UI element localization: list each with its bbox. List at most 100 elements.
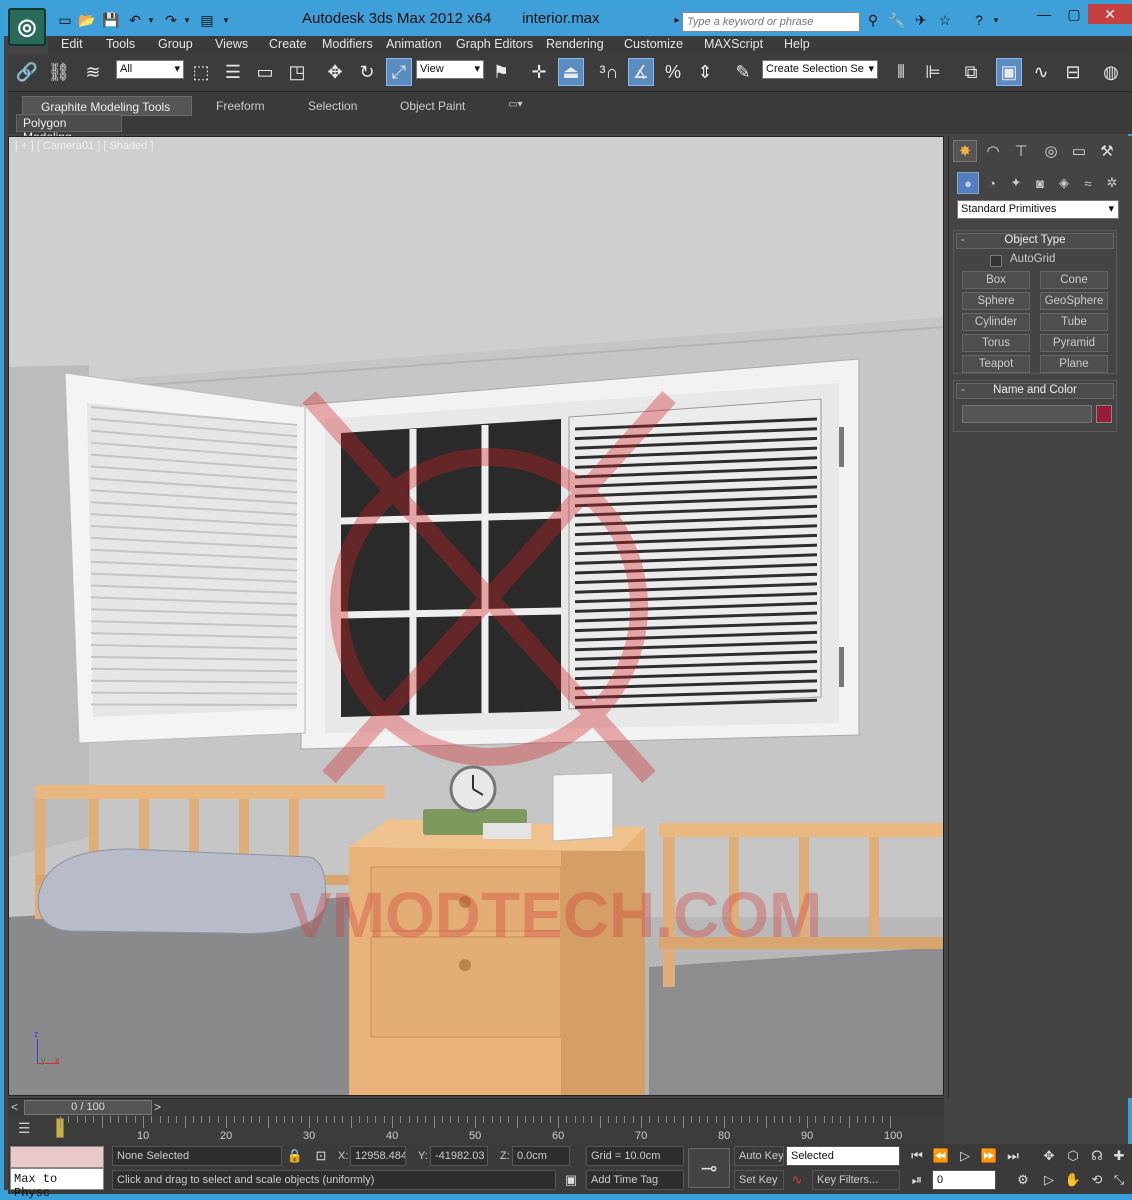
maxscript-mini-listener-pink[interactable] bbox=[10, 1146, 104, 1168]
absolute-relative-mode-icon[interactable]: ⊡ bbox=[310, 1146, 332, 1166]
unlink-selection-icon[interactable]: ⛓ bbox=[46, 58, 72, 86]
rectangular-selection-icon[interactable]: ▭ bbox=[252, 58, 278, 86]
select-and-scale-icon[interactable]: ⤢ bbox=[386, 58, 412, 86]
menu-edit[interactable]: Edit bbox=[61, 37, 83, 51]
sphere-button[interactable]: Sphere bbox=[962, 292, 1030, 310]
object-color-swatch[interactable] bbox=[1096, 405, 1112, 423]
object-name-field[interactable] bbox=[962, 405, 1092, 423]
add-time-tag-button[interactable]: Add Time Tag bbox=[586, 1170, 684, 1190]
window-crossing-icon[interactable]: ◳ bbox=[284, 58, 310, 86]
menu-maxscript[interactable]: MAXScript bbox=[704, 37, 763, 51]
cylinder-button[interactable]: Cylinder bbox=[962, 313, 1030, 331]
utilities-tab-icon[interactable]: ⚒ bbox=[1095, 140, 1119, 162]
open-mini-curve-editor-icon[interactable]: ☰ bbox=[18, 1120, 31, 1137]
help-dropdown-icon[interactable]: ▾ bbox=[990, 11, 1002, 29]
y-coordinate-field[interactable]: -41982.03 bbox=[430, 1146, 488, 1166]
time-slider-next-icon[interactable]: > bbox=[154, 1100, 161, 1114]
close-button[interactable]: ✕ bbox=[1088, 4, 1132, 24]
select-and-link-icon[interactable]: 🔗 bbox=[14, 58, 40, 86]
tab-selection[interactable]: Selection bbox=[308, 96, 357, 116]
bind-to-space-warp-icon[interactable]: ≋ bbox=[80, 58, 106, 86]
pivot-center-icon[interactable]: ⚑ bbox=[488, 58, 514, 86]
z-coordinate-field[interactable]: 0.0cm bbox=[512, 1146, 570, 1166]
quick-access-dropdown-icon[interactable]: ▾ bbox=[220, 11, 232, 29]
trackbar[interactable]: ☰ 10 20 30 40 50 60 70 80 90 100 bbox=[8, 1116, 944, 1144]
redo-dropdown-icon[interactable]: ▾ bbox=[182, 11, 192, 29]
lights-icon[interactable]: ✦ bbox=[1005, 172, 1027, 194]
project-folder-icon[interactable]: ▤ bbox=[198, 11, 216, 29]
new-file-icon[interactable]: ▭ bbox=[56, 11, 74, 29]
menu-create[interactable]: Create bbox=[269, 37, 307, 51]
menu-modifiers[interactable]: Modifiers bbox=[322, 37, 373, 51]
geometry-icon[interactable]: ● bbox=[957, 172, 979, 194]
display-tab-icon[interactable]: ▭ bbox=[1067, 140, 1091, 162]
previous-frame-icon[interactable]: ⏪ bbox=[930, 1146, 952, 1166]
schematic-view-icon[interactable]: ⊟ bbox=[1060, 58, 1086, 86]
select-object-icon[interactable]: ⬚ bbox=[188, 58, 214, 86]
create-tab-icon[interactable]: ✸ bbox=[953, 140, 977, 162]
menu-graph-editors[interactable]: Graph Editors bbox=[456, 37, 533, 51]
name-and-color-header[interactable]: - Name and Color bbox=[956, 383, 1114, 399]
space-warps-icon[interactable]: ≈ bbox=[1077, 172, 1099, 194]
plane-button[interactable]: Plane bbox=[1040, 355, 1108, 373]
set-key-mode-icon[interactable]: ⊸ bbox=[688, 1148, 730, 1188]
reference-coordinate-dropdown[interactable]: View bbox=[416, 60, 484, 79]
mirror-icon[interactable]: ⫴ bbox=[888, 58, 914, 86]
menu-rendering[interactable]: Rendering bbox=[546, 37, 604, 51]
modify-tab-icon[interactable]: ◠ bbox=[981, 140, 1005, 162]
set-key-button[interactable]: Set Key bbox=[734, 1170, 784, 1190]
torus-button[interactable]: Torus bbox=[962, 334, 1030, 352]
time-slider-handle[interactable]: 0 / 100 bbox=[24, 1100, 152, 1115]
auto-key-button[interactable]: Auto Key bbox=[734, 1146, 784, 1166]
menu-animation[interactable]: Animation bbox=[386, 37, 442, 51]
menu-customize[interactable]: Customize bbox=[624, 37, 683, 51]
dolly-icon[interactable]: ▷ bbox=[1038, 1170, 1060, 1190]
hierarchy-tab-icon[interactable]: ⊤ bbox=[1009, 140, 1033, 162]
field-of-view-icon[interactable]: ✚ bbox=[1108, 1146, 1130, 1166]
minimize-button[interactable]: — bbox=[1028, 4, 1060, 24]
select-by-name-icon[interactable]: ☰ bbox=[220, 58, 246, 86]
maxscript-mini-listener-white[interactable]: Max to Physc bbox=[10, 1168, 104, 1200]
maximize-button[interactable]: ▢ bbox=[1058, 4, 1090, 24]
systems-icon[interactable]: ✲ bbox=[1101, 172, 1123, 194]
add-time-tag-icon[interactable]: ▣ bbox=[560, 1170, 582, 1190]
application-menu-button[interactable]: ◎ bbox=[8, 8, 46, 46]
object-type-header[interactable]: - Object Type bbox=[956, 233, 1114, 249]
selection-filter-dropdown[interactable]: All bbox=[116, 60, 184, 79]
pyramid-button[interactable]: Pyramid bbox=[1040, 334, 1108, 352]
select-and-manipulate-icon[interactable]: ✛ bbox=[526, 58, 552, 86]
communication-icon[interactable]: ✈ bbox=[912, 11, 930, 29]
align-icon[interactable]: ⊫ bbox=[920, 58, 946, 86]
cone-button[interactable]: Cone bbox=[1040, 271, 1108, 289]
zoom-icon[interactable]: ✥ bbox=[1038, 1146, 1060, 1166]
material-editor-icon[interactable]: ◍ bbox=[1098, 58, 1124, 86]
named-selection-dropdown[interactable]: Create Selection Se bbox=[762, 60, 878, 79]
edit-named-selection-icon[interactable]: ✎ bbox=[730, 58, 756, 86]
menu-views[interactable]: Views bbox=[215, 37, 248, 51]
tab-freeform[interactable]: Freeform bbox=[216, 96, 265, 116]
polygon-modeling-panel[interactable]: Polygon Modeling bbox=[16, 114, 122, 144]
ribbon-options-icon[interactable]: ▭▾ bbox=[508, 96, 522, 116]
spinner-snap-icon[interactable]: ⇕ bbox=[692, 58, 718, 86]
zoom-extents-icon[interactable]: ⬡ bbox=[1062, 1146, 1084, 1166]
select-and-rotate-icon[interactable]: ↻ bbox=[354, 58, 380, 86]
help-icon[interactable]: ? bbox=[970, 11, 988, 29]
geosphere-button[interactable]: GeoSphere bbox=[1040, 292, 1108, 310]
selection-lock-icon[interactable]: 🔒 bbox=[284, 1146, 306, 1166]
tube-button[interactable]: Tube bbox=[1040, 313, 1108, 331]
motion-tab-icon[interactable]: ◎ bbox=[1039, 140, 1063, 162]
x-coordinate-field[interactable]: 12958.484 bbox=[350, 1146, 406, 1166]
current-frame-field[interactable]: 0 bbox=[932, 1170, 996, 1190]
pan-hand-icon[interactable]: ✋ bbox=[1062, 1170, 1084, 1190]
key-mode-toggle-icon[interactable]: ⏯ bbox=[906, 1170, 928, 1190]
percent-snap-icon[interactable]: % bbox=[660, 58, 686, 86]
undo-icon[interactable]: ↶ bbox=[126, 11, 144, 29]
menu-group[interactable]: Group bbox=[158, 37, 193, 51]
cameras-icon[interactable]: ◙ bbox=[1029, 172, 1051, 194]
tab-graphite-modeling-tools[interactable]: Graphite Modeling Tools bbox=[22, 96, 192, 116]
snaps-toggle-icon[interactable]: ³∩ bbox=[596, 58, 622, 86]
undo-dropdown-icon[interactable]: ▾ bbox=[146, 11, 156, 29]
favorites-star-icon[interactable]: ☆ bbox=[936, 11, 954, 29]
time-configuration-icon[interactable]: ⚙ bbox=[1012, 1170, 1034, 1190]
maximize-viewport-icon[interactable]: ⤡ bbox=[1108, 1170, 1130, 1190]
